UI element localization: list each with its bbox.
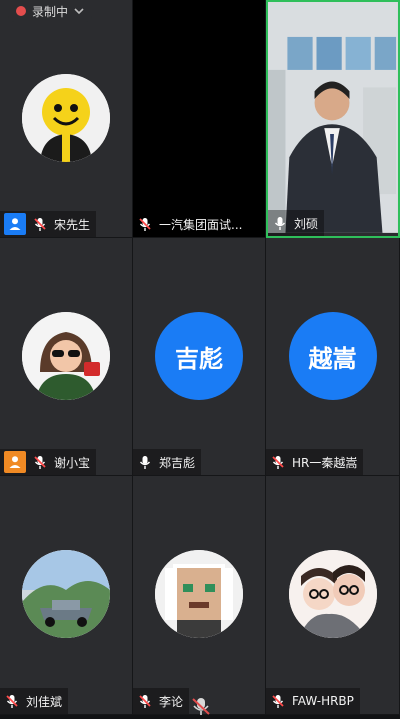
- participant-name: 一汽集团面试...: [159, 217, 243, 232]
- participant-namebar: HR一秦越嵩: [266, 449, 364, 475]
- self-microphone-muted-icon[interactable]: [190, 698, 212, 715]
- cohost-icon: [4, 451, 26, 473]
- participant-tile-4[interactable]: 谢小宝: [0, 238, 133, 476]
- participant-tile-8[interactable]: 李论: [133, 476, 266, 715]
- participant-namebar: 刘佳斌: [0, 688, 69, 714]
- participant-grid: 录制中 宋先生 一汽集团面试... 刘硕 谢小宝 吉彪 郑吉彪 越嵩 HR一秦越…: [0, 0, 400, 715]
- microphone-muted-icon: [32, 454, 48, 470]
- microphone-icon: [272, 215, 288, 231]
- avatar: [155, 550, 243, 638]
- participant-tile-9[interactable]: FAW-HRBP: [266, 476, 400, 715]
- participant-tile-1[interactable]: 录制中 宋先生: [0, 0, 133, 238]
- participant-video: [268, 2, 398, 233]
- participant-name: 宋先生: [54, 217, 91, 232]
- avatar-initials: 吉彪: [155, 312, 243, 400]
- microphone-muted-icon: [32, 216, 48, 232]
- recording-dot-icon: [16, 6, 26, 16]
- participant-name: 刘佳斌: [26, 694, 63, 709]
- microphone-icon: [137, 454, 153, 470]
- avatar: [22, 550, 110, 638]
- microphone-muted-icon: [4, 693, 20, 709]
- chevron-down-icon: [74, 8, 84, 15]
- avatar: [22, 74, 110, 162]
- participant-tile-6[interactable]: 越嵩 HR一秦越嵩: [266, 238, 400, 476]
- microphone-muted-icon: [270, 454, 286, 470]
- avatar: [288, 550, 377, 638]
- participant-tile-3[interactable]: 刘硕: [266, 0, 400, 238]
- recording-label: 录制中: [32, 4, 69, 19]
- participant-tile-7[interactable]: 刘佳斌: [0, 476, 133, 715]
- participant-namebar: 郑吉彪: [133, 449, 202, 475]
- participant-tile-5[interactable]: 吉彪 郑吉彪: [133, 238, 266, 476]
- microphone-muted-icon: [270, 693, 286, 709]
- participant-name: 刘硕: [294, 216, 319, 231]
- host-icon: [4, 213, 26, 235]
- avatar: [22, 312, 110, 400]
- avatar-initials: 越嵩: [288, 312, 377, 400]
- participant-tile-2[interactable]: 一汽集团面试...: [133, 0, 266, 238]
- participant-namebar: 刘硕: [268, 210, 325, 236]
- participant-name: HR一秦越嵩: [292, 455, 358, 470]
- participant-namebar: 谢小宝: [0, 449, 97, 475]
- microphone-muted-icon: [137, 216, 153, 232]
- recording-status[interactable]: 录制中: [8, 0, 93, 22]
- participant-name: 谢小宝: [54, 455, 91, 470]
- participant-namebar: 一汽集团面试...: [133, 211, 249, 237]
- microphone-muted-icon: [137, 693, 153, 709]
- participant-name: 郑吉彪: [159, 455, 196, 470]
- participant-namebar: 李论: [133, 688, 190, 714]
- participant-namebar: FAW-HRBP: [266, 688, 360, 714]
- participant-namebar: 宋先生: [0, 211, 97, 237]
- participant-name: FAW-HRBP: [292, 694, 354, 708]
- participant-name: 李论: [159, 694, 184, 709]
